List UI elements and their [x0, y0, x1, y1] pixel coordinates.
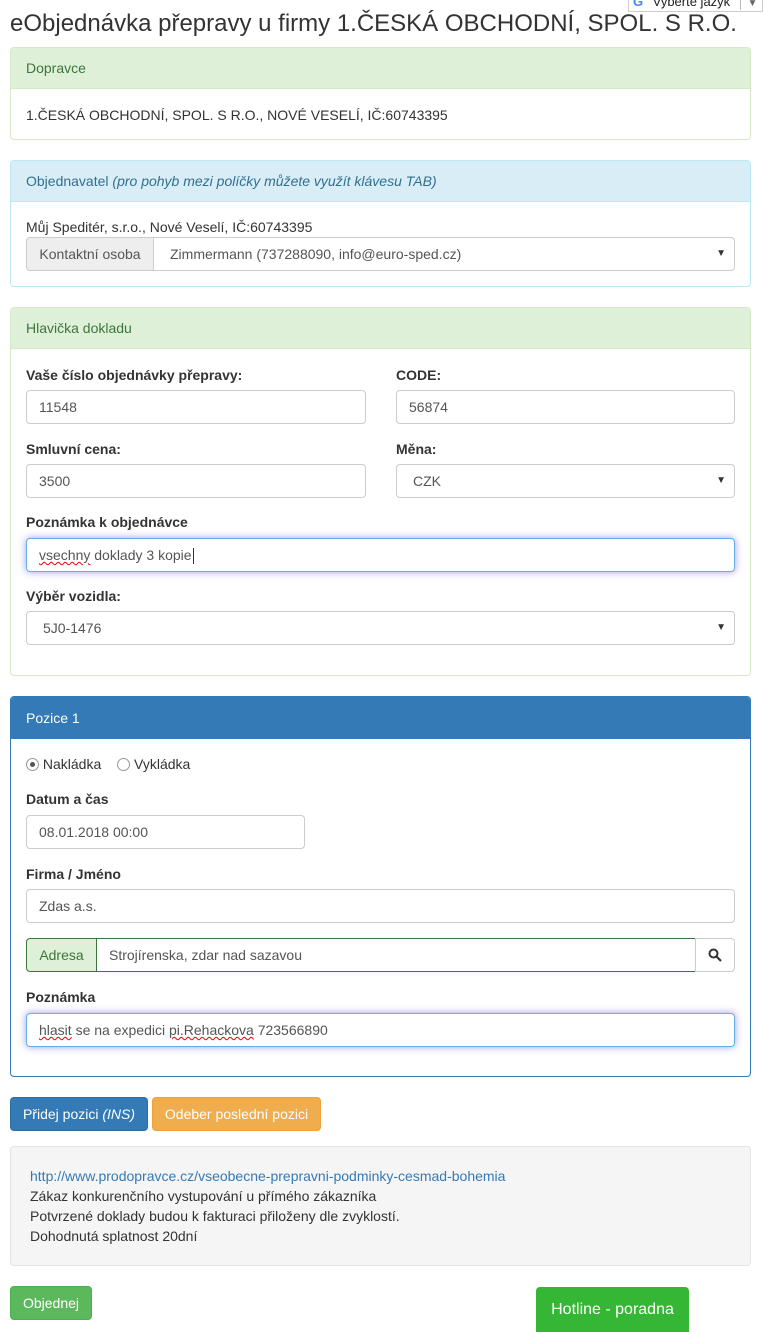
position-panel: Pozice 1 Nakládka Vykládka Datum a čas 0… [10, 696, 751, 1077]
order-number-label: Vaše číslo objednávky přepravy: [26, 367, 243, 383]
divider [739, 0, 741, 10]
radio-unload[interactable]: Vykládka [117, 756, 190, 772]
chevron-down-icon: ▼ [747, 0, 758, 9]
firm-label: Firma / Jméno [26, 866, 121, 882]
language-selector-label: Vyberte jazyk [652, 0, 731, 9]
address-input[interactable]: Strojírenska, zdar nad sazavou [96, 938, 696, 972]
order-note-input[interactable]: vsechny doklady 3 kopie [26, 538, 735, 572]
code-input[interactable]: 56874 [396, 390, 735, 424]
chevron-down-icon: ▼ [716, 622, 726, 633]
orderer-panel-heading: Objednavatel (pro pohyb mezi políčky můž… [11, 161, 750, 202]
conditions-line-1: Zákaz konkurenčního vystupování u příméh… [30, 1188, 377, 1204]
position-note-word1: hlasit [39, 1022, 72, 1038]
order-note-label: Poznámka k objednávce [26, 514, 188, 530]
vehicle-value: 5J0-1476 [43, 620, 102, 636]
contact-person-value: Zimmermann (737288090, info@euro-sped.cz… [170, 246, 462, 262]
page-title: eObjednávka přepravy u firmy 1.ČESKÁ OBC… [10, 10, 737, 37]
carrier-panel: Dopravce 1.ČESKÁ OBCHODNÍ, SPOL. S R.O.,… [10, 47, 751, 140]
orderer-heading-hint: (pro pohyb mezi políčky můžete využít kl… [112, 173, 437, 189]
conditions-line-2: Potvrzené doklady budou k fakturaci přil… [30, 1208, 400, 1224]
chevron-down-icon: ▼ [716, 475, 726, 486]
radio-load[interactable]: Nakládka [26, 756, 101, 772]
add-position-label: Přidej pozici [22, 1106, 99, 1122]
order-note-word: vsechny [39, 547, 91, 563]
radio-unload-circle[interactable] [117, 758, 131, 771]
address-label: Adresa [26, 938, 97, 972]
document-header-panel: Hlavička dokladu Vaše číslo objednávky p… [10, 307, 751, 676]
contact-person-select[interactable]: Zimmermann (737288090, info@euro-sped.cz… [153, 237, 735, 271]
order-button[interactable]: Objednej [10, 1286, 92, 1320]
position-panel-heading: Pozice 1 [11, 697, 750, 739]
currency-value: CZK [413, 473, 441, 489]
position-note-tail: 723566890 [253, 1022, 328, 1038]
vehicle-select[interactable]: 5J0-1476 ▼ [26, 611, 735, 645]
load-type-radios: Nakládka Vykládka [26, 756, 190, 772]
position-note-input[interactable]: hlasit se na expedici pi.Rehackova 72356… [26, 1013, 735, 1047]
conditions-box: http://www.prodopravce.cz/vseobecne-prep… [10, 1146, 751, 1266]
google-icon: G [633, 0, 644, 9]
add-position-key: (INS) [102, 1106, 136, 1122]
remove-position-button[interactable]: Odeber poslední pozici [152, 1097, 321, 1131]
order-number-input[interactable]: 11548 [26, 390, 366, 424]
text-cursor [192, 548, 194, 565]
radio-load-circle[interactable] [26, 758, 39, 771]
radio-load-label: Nakládka [42, 756, 102, 772]
currency-label: Měna: [396, 441, 437, 457]
carrier-text: 1.ČESKÁ OBCHODNÍ, SPOL. S R.O., NOVÉ VES… [26, 107, 448, 123]
conditions-line-3: Dohodnutá splatnost 20dní [30, 1228, 198, 1244]
chevron-down-icon: ▼ [716, 248, 726, 259]
position-note-label: Poznámka [26, 989, 96, 1005]
position-note-word2: pi.Rehackova [168, 1022, 254, 1038]
currency-select[interactable]: CZK ▼ [396, 464, 735, 498]
position-note-mid: se na expedici [71, 1022, 169, 1038]
vehicle-label: Výběr vozidla: [26, 588, 121, 604]
code-label: CODE: [396, 367, 442, 383]
orderer-heading-title: Objednavatel [26, 173, 109, 189]
orderer-company: Můj Speditér, s.r.o., Nové Veselí, IČ:60… [26, 219, 313, 235]
orderer-panel: Objednavatel (pro pohyb mezi políčky můž… [10, 160, 751, 287]
document-header-heading: Hlavička dokladu [11, 308, 750, 349]
order-note-rest: doklady 3 kopie [90, 547, 192, 563]
hotline-button[interactable]: Hotline - poradna [536, 1287, 689, 1332]
add-position-button[interactable]: Přidej pozici (INS) [10, 1097, 148, 1131]
search-icon [708, 948, 722, 962]
contact-person-label: Kontaktní osoba [26, 237, 154, 271]
carrier-panel-heading: Dopravce [11, 48, 750, 89]
conditions-link[interactable]: http://www.prodopravce.cz/vseobecne-prep… [30, 1168, 505, 1184]
address-search-button[interactable] [695, 938, 735, 972]
datetime-input[interactable]: 08.01.2018 00:00 [26, 815, 305, 849]
price-label: Smluvní cena: [26, 441, 121, 457]
firm-input[interactable]: Zdas a.s. [26, 889, 735, 923]
radio-unload-label: Vykládka [134, 756, 191, 772]
price-input[interactable]: 3500 [26, 464, 366, 498]
datetime-label: Datum a čas [26, 791, 109, 807]
